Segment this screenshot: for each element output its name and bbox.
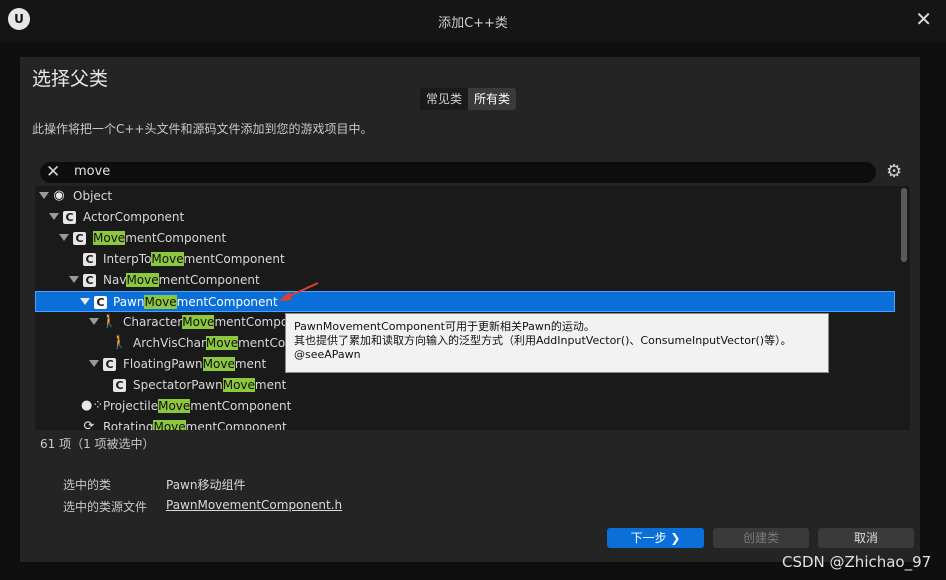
create-class-button[interactable]: 创建类 <box>713 528 809 548</box>
selected-source-label: 选中的类源文件 <box>63 500 148 514</box>
selected-source-link[interactable]: PawnMovementComponent.h <box>166 498 342 512</box>
next-button[interactable]: 下一步 ❯ <box>607 528 704 548</box>
selected-class-label: 选中的类 <box>63 478 112 492</box>
cancel-button[interactable]: 取消 <box>818 528 914 548</box>
annotation-arrow <box>279 282 319 301</box>
class-tooltip: PawnMovementComponent可用于更新相关Pawn的运动。 其也提… <box>285 313 829 373</box>
tooltip-line: @seeAPawn <box>294 348 361 361</box>
tooltip-line: 其也提供了累加和读取方向输入的泛型方式（利用AddInputVector()、C… <box>294 334 792 347</box>
selected-class-value: Pawn移动组件 <box>166 478 246 492</box>
watermark: CSDN @Zhichao_97 <box>782 553 932 571</box>
tooltip-line: PawnMovementComponent可用于更新相关Pawn的运动。 <box>294 320 595 333</box>
item-count: 61 项（1 项被选中） <box>40 437 155 451</box>
